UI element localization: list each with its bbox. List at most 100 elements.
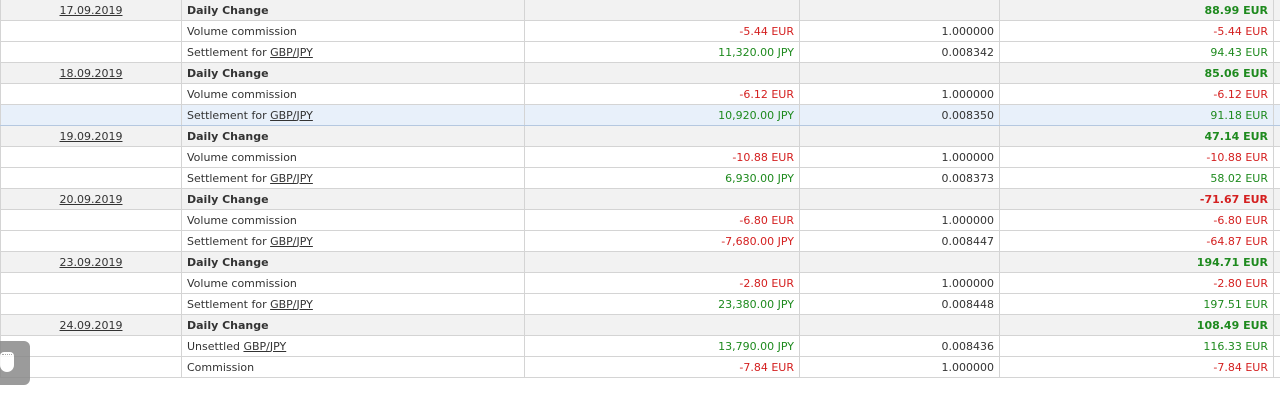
daily-change-row: 24.09.2019 Daily Change 108.49 EUR [0,314,1280,336]
edge-cell [1273,0,1280,21]
edge-cell [1273,335,1280,357]
rate-cell: 1.000000 [799,272,1000,294]
amount-cell [524,0,800,21]
description-text: Daily Change [187,192,269,206]
date-cell: 19.09.2019 [0,125,182,147]
date-cell [0,146,182,168]
description-text: Settlement for [187,234,271,248]
date-link[interactable]: 18.09.2019 [60,67,123,80]
description-cell: Volume commission [181,20,525,42]
description-text: Daily Change [187,129,269,143]
total-cell: 116.33 EUR [999,335,1274,357]
description-text: Commission [187,360,255,374]
date-link[interactable]: 20.09.2019 [60,193,123,206]
amount-cell: -6.12 EUR [524,83,800,105]
description-cell: Settlement for GBP/JPY [181,104,525,126]
amount-cell: 23,380.00 JPY [524,293,800,315]
description-text: Daily Change [187,255,269,269]
instrument-link[interactable]: GBP/JPY [270,109,313,122]
description-text: Daily Change [187,318,269,332]
date-cell: 17.09.2019 [0,0,182,21]
date-cell [0,209,182,231]
daily-change-row: 23.09.2019 Daily Change 194.71 EUR [0,251,1280,273]
edge-cell [1273,293,1280,315]
description-text: Settlement for [187,297,271,311]
chat-widget-button[interactable] [0,341,30,385]
rate-cell [799,251,1000,273]
description-text: Volume commission [187,87,297,101]
total-cell: -64.87 EUR [999,230,1274,252]
instrument-link[interactable]: GBP/JPY [270,172,313,185]
date-cell [0,83,182,105]
total-cell: 58.02 EUR [999,167,1274,189]
description-text: Volume commission [187,24,297,38]
date-link[interactable]: 19.09.2019 [60,130,123,143]
description-cell: Daily Change [181,62,525,84]
rate-cell: 1.000000 [799,20,1000,42]
total-cell: -71.67 EUR [999,188,1274,210]
edge-cell [1273,209,1280,231]
daily-change-row: 19.09.2019 Daily Change 47.14 EUR [0,125,1280,147]
rate-cell: 0.008447 [799,230,1000,252]
description-cell: Settlement for GBP/JPY [181,293,525,315]
date-link[interactable]: 24.09.2019 [60,319,123,332]
edge-cell [1273,314,1280,336]
date-link[interactable]: 23.09.2019 [60,256,123,269]
amount-cell: -7,680.00 JPY [524,230,800,252]
description-text: Settlement for [187,171,271,185]
edge-cell [1273,104,1280,126]
daily-change-row: 17.09.2019 Daily Change 88.99 EUR [0,0,1280,21]
edge-cell [1273,125,1280,147]
amount-cell: -5.44 EUR [524,20,800,42]
edge-cell [1273,188,1280,210]
rate-cell: 0.008342 [799,41,1000,63]
total-cell: -5.44 EUR [999,20,1274,42]
total-cell: -7.84 EUR [999,356,1274,378]
description-cell: Volume commission [181,272,525,294]
rate-cell: 0.008448 [799,293,1000,315]
edge-cell [1273,230,1280,252]
amount-cell [524,125,800,147]
total-cell: 47.14 EUR [999,125,1274,147]
rate-cell [799,188,1000,210]
edge-cell [1273,272,1280,294]
total-cell: 197.51 EUR [999,293,1274,315]
total-cell: 94.43 EUR [999,41,1274,63]
date-cell: 23.09.2019 [0,251,182,273]
rate-cell: 1.000000 [799,209,1000,231]
date-cell: 18.09.2019 [0,62,182,84]
description-text: Daily Change [187,3,269,17]
description-cell: Settlement for GBP/JPY [181,41,525,63]
description-text: Settlement for [187,45,271,59]
description-cell: Commission [181,356,525,378]
description-text: Daily Change [187,66,269,80]
description-cell: Daily Change [181,251,525,273]
description-text: Volume commission [187,150,297,164]
description-cell: Volume commission [181,83,525,105]
transaction-row: Volume commission -10.88 EUR 1.000000 -10.8… [0,146,1280,168]
transaction-row: Settlement for GBP/JPY 6,930.00 JPY 0.0083… [0,167,1280,189]
transaction-row: Commission -7.84 EUR 1.000000 -7.84 EUR [0,356,1280,378]
description-text: Volume commission [187,276,297,290]
total-cell: 194.71 EUR [999,251,1274,273]
instrument-link[interactable]: GBP/JPY [243,340,286,353]
date-cell [0,104,182,126]
daily-change-row: 18.09.2019 Daily Change 85.06 EUR [0,62,1280,84]
date-cell [0,272,182,294]
date-cell [0,167,182,189]
total-cell: 91.18 EUR [999,104,1274,126]
date-link[interactable]: 17.09.2019 [60,4,123,17]
transaction-row[interactable]: Settlement for GBP/JPY 10,920.00 JPY 0.008… [0,104,1280,126]
edge-cell [1273,83,1280,105]
edge-cell [1273,356,1280,378]
account-statement-table: 17.09.2019 Daily Change 88.99 EUR Volume co… [0,0,1280,378]
rate-cell [799,62,1000,84]
instrument-link[interactable]: GBP/JPY [270,298,313,311]
rate-cell [799,314,1000,336]
date-cell [0,230,182,252]
edge-cell [1273,167,1280,189]
rate-cell [799,125,1000,147]
instrument-link[interactable]: GBP/JPY [270,235,313,248]
amount-cell: 6,930.00 JPY [524,167,800,189]
instrument-link[interactable]: GBP/JPY [270,46,313,59]
